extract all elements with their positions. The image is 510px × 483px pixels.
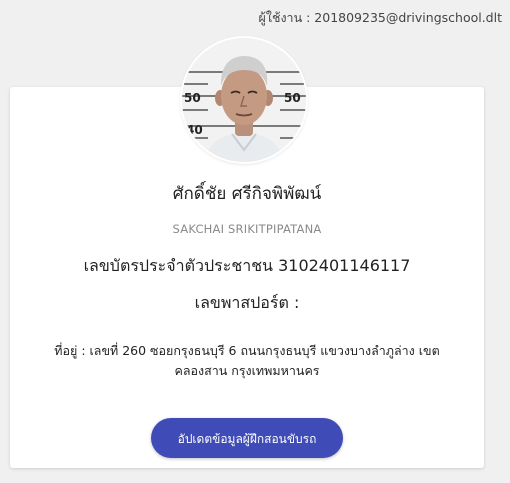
address-text: ที่อยู่ : เลขที่ 260 ซอยกรุงธนบุรี 6 ถนน… (54, 343, 440, 378)
ruler-label-right: 50 (284, 91, 301, 105)
ruler-label-left: 50 (184, 91, 201, 105)
instructor-name-thai: ศักดิ์ชัย ศรีกิจพิพัฒน์ (172, 184, 322, 204)
user-account-label: ผู้ใช้งาน : 201809235@drivingschool.dlt (258, 10, 502, 25)
avatar: 50 50 40 (182, 38, 306, 162)
passport-number: เลขพาสปอร์ต : (194, 293, 300, 312)
instructor-name-english: SAKCHAI SRIKITPIPATANA (172, 222, 322, 236)
profile-photo: 50 50 40 (182, 38, 306, 162)
national-id-number: เลขบัตรประจำตัวประชาชน 3102401146117 (83, 256, 411, 275)
update-instructor-info-button[interactable]: อัปเดตข้อมูลผู้ฝึกสอนขับรถ (151, 418, 343, 458)
